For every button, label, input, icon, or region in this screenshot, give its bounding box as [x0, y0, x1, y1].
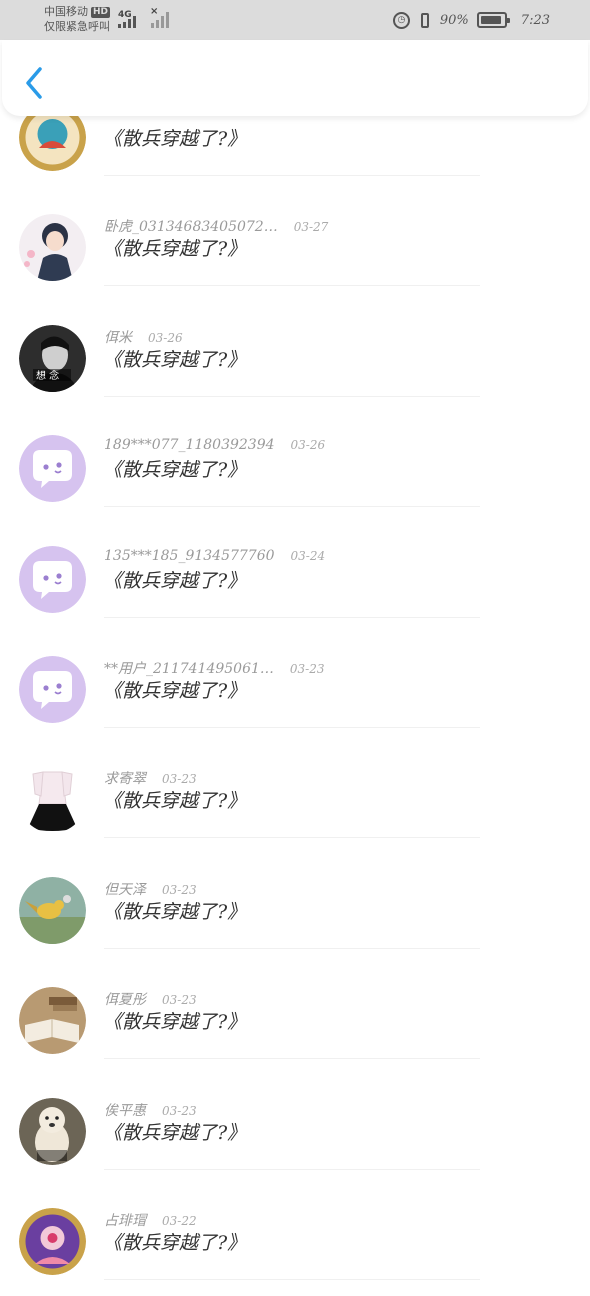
- username[interactable]: 佴米: [104, 330, 132, 346]
- game-character-avatar[interactable]: [19, 1208, 86, 1275]
- chevron-left-icon: [26, 67, 42, 99]
- comment-meta: 189***077_1180392394 03-26: [104, 437, 325, 453]
- comment-item[interactable]: 卧虎_03134683405072… 03-27 《散兵穿越了?》: [0, 192, 590, 302]
- username[interactable]: 占琲瑁: [104, 1213, 146, 1229]
- comment-meta: 佴夏彤 03-23: [104, 989, 197, 1009]
- status-bar: 中国移动 HD 仅限紧急呼叫 4G × ◷ 90% 7:23: [0, 0, 590, 40]
- comment-meta: 佴米 03-26: [104, 327, 183, 347]
- status-right: ◷ 90% 7:23: [392, 9, 550, 31]
- username[interactable]: **用户_211741495061…: [104, 661, 274, 677]
- carrier-name: 中国移动: [44, 5, 88, 18]
- divider: [104, 616, 480, 618]
- comment-item[interactable]: 佴夏彤 03-23 《散兵穿越了?》: [0, 965, 590, 1075]
- comment-title[interactable]: 《散兵穿越了?》: [103, 1228, 246, 1255]
- header-bar: [2, 40, 588, 116]
- comment-title[interactable]: 《散兵穿越了?》: [103, 124, 246, 151]
- comment-item[interactable]: 135***185_9134577760 03-24 《散兵穿越了?》: [0, 524, 590, 634]
- username[interactable]: 135***185_9134577760: [104, 548, 275, 564]
- comment-title[interactable]: 《散兵穿越了?》: [103, 786, 246, 813]
- comment-item[interactable]: **用户_211741495061… 03-23 《散兵穿越了?》: [0, 634, 590, 744]
- default-chat-avatar[interactable]: [19, 656, 86, 723]
- alarm-icon: ◷: [392, 11, 410, 29]
- battery-icon: [476, 12, 510, 28]
- battery-percent: 90%: [439, 12, 469, 28]
- comment-title[interactable]: 《散兵穿越了?》: [103, 1118, 246, 1145]
- username[interactable]: 佴夏彤: [104, 992, 146, 1008]
- dog-avatar[interactable]: [19, 1097, 86, 1165]
- comment-item[interactable]: 求寄翠 03-23 《散兵穿越了?》: [0, 744, 590, 854]
- username[interactable]: 求寄翠: [104, 771, 146, 787]
- comment-item[interactable]: 但天泽 03-23 《散兵穿越了?》: [0, 855, 590, 965]
- divider: [104, 837, 480, 839]
- comment-meta: 135***185_9134577760 03-24: [104, 548, 325, 564]
- comment-meta: 占琲瑁 03-22: [104, 1210, 197, 1230]
- comment-date: 03-23: [162, 993, 197, 1008]
- comment-date: 03-24: [290, 548, 326, 563]
- divider: [104, 506, 480, 508]
- divider: [104, 395, 480, 397]
- signal-icon: 4G ×: [118, 6, 178, 30]
- divider: [104, 285, 480, 287]
- comment-meta: 求寄翠 03-23: [104, 768, 197, 788]
- bird-avatar[interactable]: [19, 876, 86, 944]
- comment-date: 03-22: [162, 1214, 197, 1228]
- carrier-info: 中国移动 HD 仅限紧急呼叫: [44, 4, 111, 34]
- comment-title[interactable]: 《散兵穿越了?》: [103, 455, 246, 482]
- clock: 7:23: [520, 12, 550, 28]
- comment-meta: 卧虎_03134683405072… 03-27: [104, 216, 328, 236]
- emergency-only-text: 仅限紧急呼叫: [44, 20, 110, 33]
- dress-avatar[interactable]: [19, 766, 86, 834]
- comment-meta: **用户_211741495061… 03-23: [104, 658, 324, 678]
- comment-title[interactable]: 《散兵穿越了?》: [103, 566, 246, 593]
- comment-title[interactable]: 《散兵穿越了?》: [103, 345, 246, 372]
- comment-date: 03-27: [293, 220, 329, 235]
- comment-meta: 但天泽 03-23: [104, 879, 197, 899]
- comment-title[interactable]: 《散兵穿越了?》: [103, 676, 246, 703]
- comment-title[interactable]: 《散兵穿越了?》: [103, 1007, 246, 1034]
- username[interactable]: 189***077_1180392394: [104, 437, 275, 453]
- comment-date: 03-23: [162, 1103, 197, 1118]
- comment-item[interactable]: 想 念 佴米 03-26 《散兵穿越了?》: [0, 303, 590, 413]
- comment-title[interactable]: 《散兵穿越了?》: [103, 234, 246, 261]
- divider: [104, 727, 480, 728]
- svg-text:想 念: 想 念: [36, 369, 59, 382]
- comment-title[interactable]: 《散兵穿越了?》: [103, 897, 246, 924]
- comment-date: 03-26: [148, 330, 183, 345]
- username[interactable]: 但天泽: [104, 882, 146, 898]
- divider: [104, 1058, 480, 1060]
- book-avatar[interactable]: [19, 987, 86, 1055]
- divider: [104, 175, 480, 176]
- username[interactable]: 卧虎_03134683405072…: [104, 219, 278, 235]
- divider: [104, 1168, 480, 1170]
- back-button[interactable]: [20, 66, 50, 100]
- comment-item[interactable]: 俟平惠 03-23 《散兵穿越了?》: [0, 1076, 590, 1186]
- username[interactable]: 俟平惠: [104, 1103, 146, 1119]
- portrait-avatar[interactable]: 想 念: [19, 324, 86, 392]
- comment-date: 03-23: [289, 662, 325, 676]
- divider: [104, 947, 480, 949]
- default-chat-avatar[interactable]: [19, 545, 86, 613]
- vibrate-icon: [418, 12, 432, 29]
- comment-date: 03-23: [162, 882, 197, 897]
- default-chat-avatar[interactable]: [19, 435, 86, 503]
- comment-date: 03-23: [162, 772, 197, 787]
- comment-item[interactable]: 189***077_1180392394 03-26 《散兵穿越了?》: [0, 413, 590, 523]
- hd-badge: HD: [91, 6, 111, 18]
- anime-boy-avatar[interactable]: [19, 214, 86, 282]
- comment-date: 03-26: [290, 438, 326, 453]
- comment-meta: 俟平惠 03-23: [104, 1100, 197, 1120]
